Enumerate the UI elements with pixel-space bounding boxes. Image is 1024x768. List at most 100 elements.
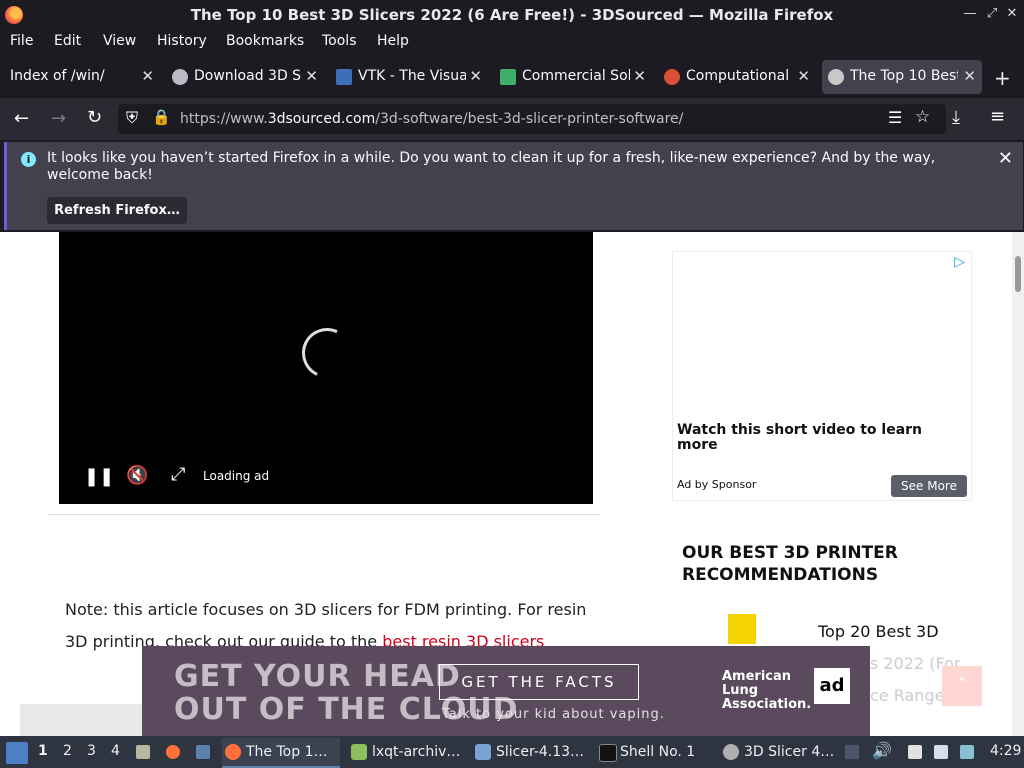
pause-icon[interactable]: ❚❚	[84, 466, 114, 487]
clipboard-icon[interactable]	[908, 745, 922, 759]
desktop-3[interactable]: 3	[87, 743, 96, 759]
desktop-1[interactable]: 1	[38, 743, 48, 759]
video-status: Loading ad	[203, 469, 270, 483]
forward-icon[interactable]: →	[51, 108, 66, 129]
tab-index-of-win[interactable]: Index of /win/ ✕	[0, 60, 160, 94]
taskbar: 1 2 3 4 The Top 1… lxqt-archiv… Slicer-4…	[0, 736, 1024, 768]
lock-icon[interactable]: 🔒	[152, 108, 171, 126]
downloads-icon[interactable]: ⤓	[952, 107, 960, 128]
taskbar-item-label: The Top 1…	[246, 744, 328, 760]
window-titlebar: The Top 10 Best 3D Slicers 2022 (6 Are F…	[0, 0, 1024, 30]
mute-icon[interactable]: 🔇	[126, 465, 148, 486]
menu-help[interactable]: Help	[377, 33, 409, 49]
menu-bar: File Edit View History Bookmarks Tools H…	[0, 30, 1024, 54]
menu-history[interactable]: History	[157, 33, 207, 49]
tab-commercial-solutions[interactable]: Commercial Sol ✕	[494, 60, 652, 94]
menu-view[interactable]: View	[103, 33, 136, 49]
get-the-facts-button[interactable]: GET THE FACTS	[439, 664, 639, 700]
url-bar[interactable]: ⛨ 🔒 https://www.3dsourced.com/3d-softwar…	[118, 104, 946, 134]
tab-download-3d-slicer[interactable]: Download 3D Sl ✕	[166, 60, 324, 94]
url-text[interactable]: https://www.3dsourced.com/3d-software/be…	[180, 111, 683, 127]
tab-label: The Top 10 Best	[850, 68, 958, 84]
refresh-notification: i It looks like you haven’t started Fire…	[4, 142, 1023, 230]
menu-file[interactable]: File	[10, 33, 33, 49]
tab-label: Computational	[686, 68, 790, 84]
archiver-icon	[351, 744, 367, 760]
adchoices-icon[interactable]: ▷	[954, 254, 965, 270]
close-tab-icon[interactable]: ✕	[305, 67, 318, 85]
firefox-icon	[225, 744, 241, 760]
start-menu-icon[interactable]	[6, 742, 28, 764]
close-tab-icon[interactable]: ✕	[141, 67, 154, 85]
taskbar-slicer-folder[interactable]: Slicer-4.13…	[472, 738, 590, 766]
window-title: The Top 10 Best 3D Slicers 2022 (6 Are F…	[190, 6, 834, 24]
clock[interactable]: 4:29	[990, 743, 1021, 759]
app-menu-icon[interactable]: ≡	[990, 106, 1005, 127]
minimize-icon[interactable]: —	[962, 6, 978, 22]
terminal-icon	[599, 744, 617, 762]
sidebar-ad[interactable]: ▷ Watch this short video to learn more A…	[672, 251, 972, 501]
url-domain: 3dsourced.com	[267, 111, 376, 127]
desktop-4[interactable]: 4	[111, 743, 120, 759]
scrollbar-thumb[interactable]	[1015, 256, 1021, 292]
taskbar-item-label: lxqt-archiv…	[372, 744, 461, 760]
bookmark-star-icon[interactable]: ☆	[915, 107, 930, 127]
fullscreen-icon[interactable]: ⤢	[171, 464, 185, 485]
tab-bar: Index of /win/ ✕ Download 3D Sl ✕ VTK - …	[0, 56, 1024, 98]
firefox-launcher-icon[interactable]	[166, 745, 180, 759]
url-path: /3d-software/best-3d-slicer-printer-soft…	[375, 111, 684, 127]
site-favicon-icon	[172, 69, 188, 85]
page-scrollbar[interactable]	[1012, 232, 1024, 736]
close-tab-icon[interactable]: ✕	[963, 67, 976, 85]
volume-icon[interactable]: 🔊	[872, 741, 892, 760]
file-manager-icon[interactable]	[136, 745, 150, 759]
banner-headline-line-1: GET YOUR HEAD	[174, 659, 461, 694]
reader-view-icon[interactable]: ☰	[888, 108, 902, 127]
tab-label: Index of /win/	[10, 68, 105, 84]
kitware-favicon-icon	[500, 69, 516, 85]
reload-icon[interactable]: ↻	[87, 107, 102, 128]
close-tab-icon[interactable]: ✕	[797, 67, 810, 85]
menu-edit[interactable]: Edit	[54, 33, 81, 49]
ad-council-logo: ad	[814, 668, 850, 704]
tray-arrow-icon[interactable]	[845, 745, 859, 759]
shield-icon[interactable]: ⛨	[126, 108, 138, 128]
banner-ad[interactable]: GET YOUR HEAD OUT OF THE CLOUD GET THE FA…	[142, 646, 870, 736]
recommendation-thumbnail[interactable]	[728, 614, 756, 644]
network-icon[interactable]	[960, 745, 974, 759]
url-prefix: https://www.	[180, 111, 268, 127]
menu-bookmarks[interactable]: Bookmarks	[226, 33, 304, 49]
ad-headline[interactable]: Watch this short video to learn more	[677, 423, 957, 453]
tab-vtk[interactable]: VTK - The Visua ✕	[330, 60, 488, 94]
scroll-to-top-button[interactable]: ˄	[942, 666, 982, 706]
close-notification-icon[interactable]: ✕	[998, 148, 1013, 169]
folder-icon	[475, 744, 491, 760]
desktop-2[interactable]: 2	[63, 743, 72, 759]
taskbar-lxqt-archiver[interactable]: lxqt-archiv…	[348, 738, 466, 766]
refresh-firefox-button[interactable]: Refresh Firefox…	[47, 197, 187, 224]
back-icon[interactable]: ←	[14, 108, 29, 129]
show-desktop-icon[interactable]	[196, 745, 210, 759]
tab-the-top-10-best[interactable]: The Top 10 Best ✕	[822, 60, 982, 94]
tab-computational[interactable]: Computational ✕	[658, 60, 816, 94]
taskbar-3d-slicer[interactable]: 3D Slicer 4…	[720, 738, 838, 766]
vtk-favicon-icon	[336, 69, 352, 85]
recommendation-link-faded: ce Ranges	[870, 686, 953, 705]
ad-byline: Ad by Sponsor	[677, 478, 757, 491]
close-tab-icon[interactable]: ✕	[469, 67, 482, 85]
tab-label: Commercial Sol	[522, 68, 630, 84]
menu-tools[interactable]: Tools	[322, 33, 357, 49]
new-tab-icon[interactable]: +	[994, 66, 1011, 90]
close-tab-icon[interactable]: ✕	[633, 67, 646, 85]
taskbar-firefox[interactable]: The Top 1…	[222, 738, 340, 768]
close-window-icon[interactable]: ✕	[1004, 6, 1020, 22]
taskbar-shell[interactable]: Shell No. 1	[596, 738, 714, 766]
see-more-button[interactable]: See More	[891, 475, 967, 497]
taskbar-item-label: 3D Slicer 4…	[744, 744, 835, 760]
keyboard-icon[interactable]	[934, 745, 948, 759]
maximize-icon[interactable]: ⤢	[984, 6, 1000, 22]
info-icon: i	[21, 152, 36, 167]
floating-widget[interactable]	[20, 704, 142, 736]
recommendation-link[interactable]: Top 20 Best 3D	[818, 622, 939, 641]
taskbar-item-label: Slicer-4.13…	[496, 744, 585, 760]
